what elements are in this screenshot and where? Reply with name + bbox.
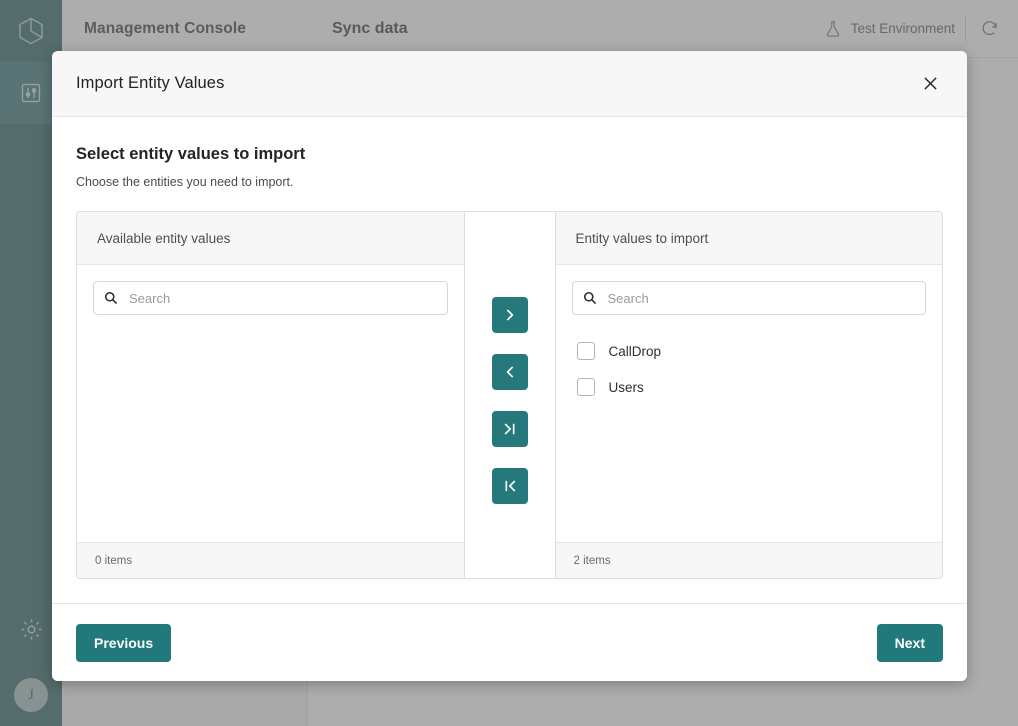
checkbox[interactable] xyxy=(576,342,595,360)
dialog-footer: Previous Next xyxy=(52,603,967,681)
target-panel: Entity values to import CallDropUs xyxy=(555,212,943,578)
target-search-input[interactable] xyxy=(571,281,926,315)
dialog-header: Import Entity Values xyxy=(52,51,967,117)
source-search-wrap xyxy=(93,281,448,315)
list-item[interactable]: CallDrop xyxy=(572,333,927,369)
target-list: CallDrop Users xyxy=(572,333,927,405)
transfer-controls xyxy=(463,212,556,578)
next-button[interactable]: Next xyxy=(876,623,943,662)
app-root: J Management Console Sync data Test Envi… xyxy=(0,0,1018,726)
target-panel-header: Entity values to import xyxy=(555,212,942,265)
section-title: Select entity values to import xyxy=(76,145,306,163)
list-item-label: Users xyxy=(608,379,644,395)
source-count: 0 items xyxy=(77,542,464,578)
close-icon xyxy=(923,77,937,90)
pick-list: Available entity values Search 0 items E… xyxy=(76,211,943,579)
source-panel-header: Available entity values xyxy=(77,212,464,265)
target-panel-body: CallDrop Users xyxy=(556,265,943,542)
target-count: 2 items xyxy=(555,542,942,578)
move-all-left-button[interactable] xyxy=(491,468,528,504)
chevron-right-to-bar-icon xyxy=(504,423,515,435)
dialog-body: Select entity values to import Choose th… xyxy=(52,117,967,579)
checkbox[interactable] xyxy=(576,378,595,396)
move-left-button[interactable] xyxy=(491,354,528,390)
source-panel: Available entity values Search 0 items xyxy=(77,212,464,578)
source-panel-body xyxy=(77,265,464,542)
previous-button[interactable]: Previous xyxy=(76,623,172,662)
move-all-right-button[interactable] xyxy=(491,411,528,447)
dialog-title: Import Entity Values xyxy=(76,74,225,92)
source-search-input[interactable] xyxy=(93,281,448,315)
close-button[interactable] xyxy=(915,69,945,99)
target-search-wrap xyxy=(571,281,926,315)
import-entity-values-dialog: Import Entity Values Select entity value… xyxy=(52,51,967,681)
section-subtitle: Choose the entities you need to import. xyxy=(76,175,294,189)
list-item-label: CallDrop xyxy=(608,343,662,359)
chevron-left-to-bar-icon xyxy=(504,480,515,492)
list-item[interactable]: Users xyxy=(572,369,927,405)
chevron-left-icon xyxy=(506,366,513,378)
chevron-right-icon xyxy=(506,309,513,321)
move-right-button[interactable] xyxy=(491,297,528,333)
